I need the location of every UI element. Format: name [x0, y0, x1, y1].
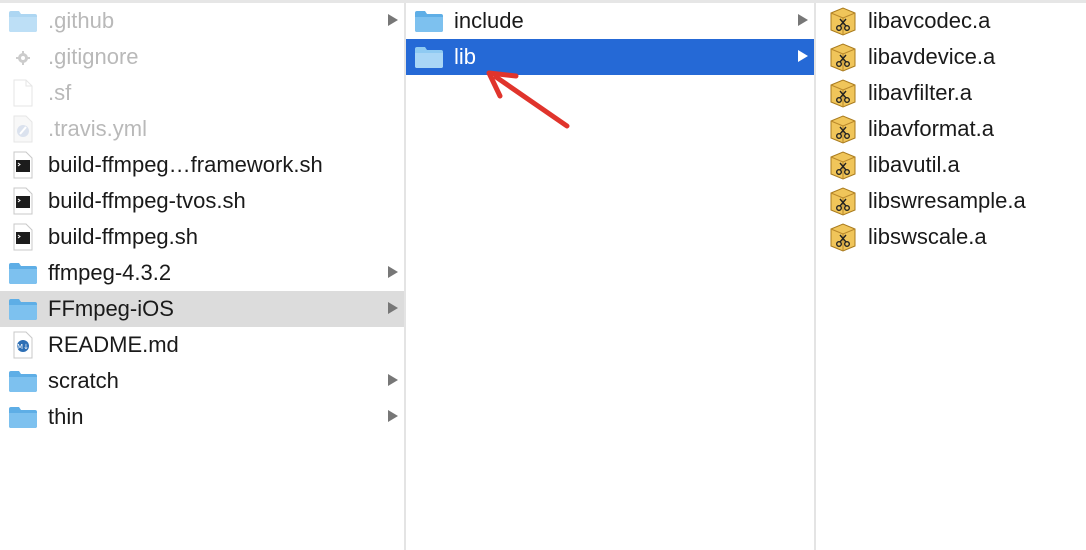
folder-icon [414, 42, 444, 72]
file-row-libavcodec-a[interactable]: libavcodec.a [816, 3, 1086, 39]
file-name-label: .github [48, 8, 115, 33]
gear-file-icon [8, 42, 38, 72]
file-name-label: libavfilter.a [868, 80, 972, 105]
file-name-label: README.md [48, 332, 179, 357]
markdown-file-icon: M↓ [8, 330, 38, 360]
file-row-sf[interactable]: .sf [0, 75, 404, 111]
file-name-label: build-ffmpeg.sh [48, 224, 199, 249]
file-row-libswscale-a[interactable]: libswscale.a [816, 219, 1086, 255]
file-row-lib[interactable]: lib [406, 39, 814, 75]
file-row-build-ffmpeg-tvos-sh[interactable]: build-ffmpeg-tvos.sh [0, 183, 404, 219]
file-row-ffmpeg-ios[interactable]: FFmpeg-iOS [0, 291, 404, 327]
folder-icon [8, 258, 38, 288]
static-library-icon [828, 186, 858, 216]
file-name-label: .travis.yml [48, 116, 147, 141]
terminal-file-icon [8, 222, 38, 252]
file-row-include[interactable]: include [406, 3, 814, 39]
disclosure-chevron-icon[interactable] [388, 410, 398, 422]
static-library-icon [828, 150, 858, 180]
static-library-icon [828, 78, 858, 108]
file-name-label: .gitignore [48, 44, 139, 69]
file-row-libavformat-a[interactable]: libavformat.a [816, 111, 1086, 147]
disclosure-chevron-icon[interactable] [798, 50, 808, 62]
file-name-label: libavcodec.a [868, 8, 991, 33]
terminal-file-icon [8, 186, 38, 216]
finder-column-lib: libavcodec.a libavdevice.a libavfilter.a li… [816, 3, 1086, 550]
folder-icon [414, 6, 444, 36]
file-row-scratch[interactable]: scratch [0, 363, 404, 399]
disclosure-chevron-icon[interactable] [388, 14, 398, 26]
folder-icon [8, 294, 38, 324]
file-row-travis-yml[interactable]: .travis.yml [0, 111, 404, 147]
file-name-label: include [454, 8, 524, 33]
terminal-file-icon [8, 150, 38, 180]
disclosure-chevron-icon[interactable] [388, 374, 398, 386]
file-row-build-ffmpeg-framework-sh[interactable]: build-ffmpeg…framework.sh [0, 147, 404, 183]
file-name-label: scratch [48, 368, 119, 393]
file-name-label: build-ffmpeg…framework.sh [48, 152, 323, 177]
file-name-label: FFmpeg-iOS [48, 296, 174, 321]
folder-icon [8, 402, 38, 432]
folder-icon [8, 366, 38, 396]
finder-column-root: .github .gitignore .sf .travis.yml build-ffm… [0, 3, 404, 550]
static-library-icon [828, 114, 858, 144]
file-row-libswresample-a[interactable]: libswresample.a [816, 183, 1086, 219]
static-library-icon [828, 42, 858, 72]
file-name-label: build-ffmpeg-tvos.sh [48, 188, 246, 213]
disclosure-chevron-icon[interactable] [388, 266, 398, 278]
file-name-label: .sf [48, 80, 72, 105]
file-name-label: libswscale.a [868, 224, 987, 249]
script-file-icon [8, 114, 38, 144]
file-row-gitignore[interactable]: .gitignore [0, 39, 404, 75]
finder-column-ffmpeg-ios: include lib [406, 3, 814, 550]
file-name-label: libavutil.a [868, 152, 960, 177]
file-row-ffmpeg-4-3-2[interactable]: ffmpeg-4.3.2 [0, 255, 404, 291]
disclosure-chevron-icon[interactable] [798, 14, 808, 26]
blank-file-icon [8, 78, 38, 108]
file-row-build-ffmpeg-sh[interactable]: build-ffmpeg.sh [0, 219, 404, 255]
file-name-label: libavformat.a [868, 116, 994, 141]
file-name-label: libavdevice.a [868, 44, 996, 69]
file-row-readme-md[interactable]: M↓ README.md [0, 327, 404, 363]
static-library-icon [828, 6, 858, 36]
disclosure-chevron-icon[interactable] [388, 302, 398, 314]
file-row-github[interactable]: .github [0, 3, 404, 39]
static-library-icon [828, 222, 858, 252]
file-name-label: lib [454, 44, 477, 69]
file-row-libavdevice-a[interactable]: libavdevice.a [816, 39, 1086, 75]
file-row-thin[interactable]: thin [0, 399, 404, 435]
file-row-libavutil-a[interactable]: libavutil.a [816, 147, 1086, 183]
svg-text:M↓: M↓ [17, 343, 29, 351]
file-name-label: thin [48, 404, 84, 429]
folder-icon [8, 6, 38, 36]
file-row-libavfilter-a[interactable]: libavfilter.a [816, 75, 1086, 111]
file-name-label: ffmpeg-4.3.2 [48, 260, 172, 285]
file-name-label: libswresample.a [868, 188, 1026, 213]
